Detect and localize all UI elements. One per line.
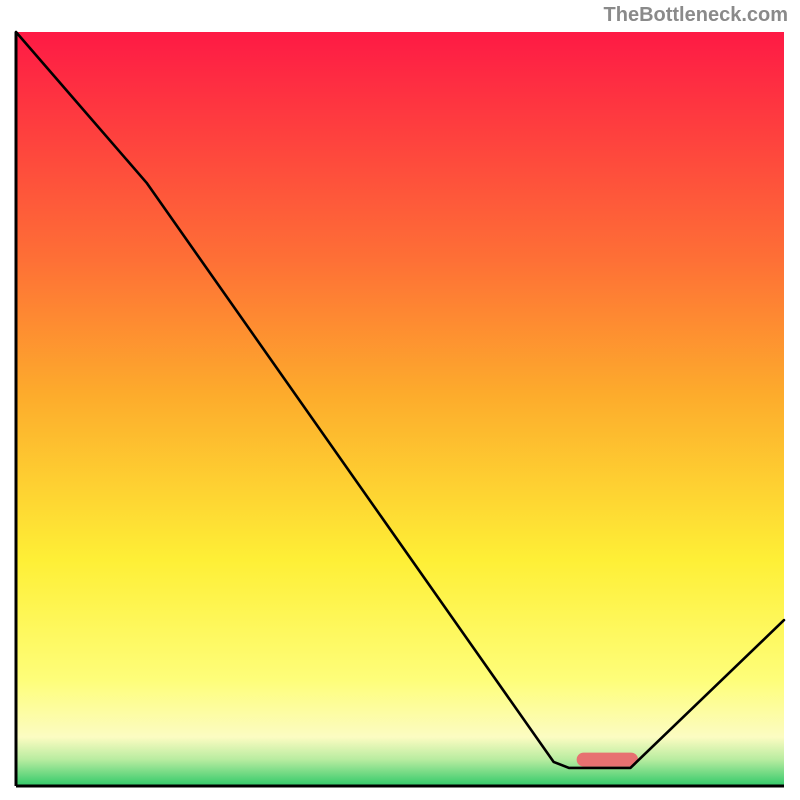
- bottleneck-chart: [14, 30, 786, 788]
- optimal-range-marker: [577, 753, 638, 767]
- chart-svg: [14, 30, 786, 788]
- chart-background: [16, 32, 784, 786]
- attribution-text: TheBottleneck.com: [604, 4, 788, 27]
